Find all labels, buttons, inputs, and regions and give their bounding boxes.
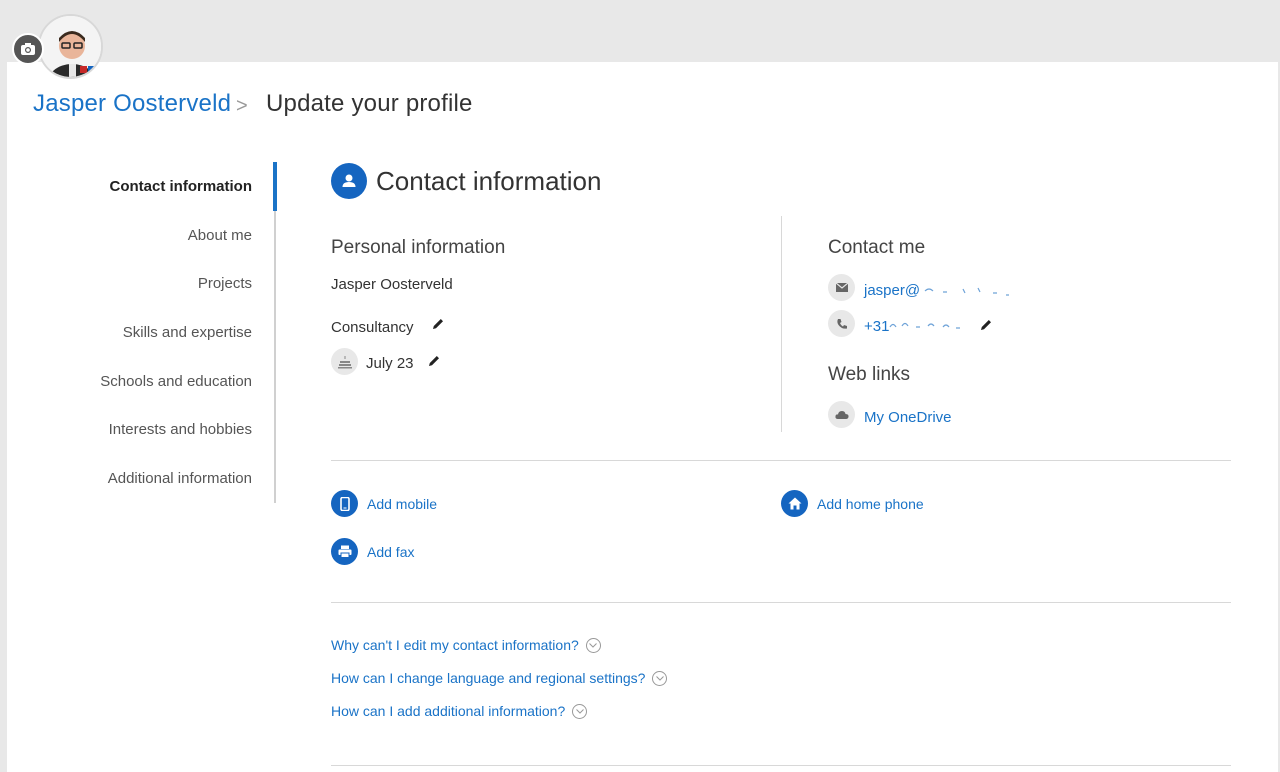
mobile-phone-icon[interactable] bbox=[331, 490, 358, 517]
edit-birthday-pencil-icon[interactable] bbox=[427, 354, 441, 368]
add-mobile-link[interactable]: Add mobile bbox=[367, 496, 437, 512]
divider-3 bbox=[331, 765, 1231, 766]
personal-birthday: July 23 bbox=[366, 355, 414, 372]
chevron-down-icon[interactable] bbox=[585, 637, 601, 653]
edit-department-pencil-icon[interactable] bbox=[431, 317, 445, 331]
faq-question: Why can't I edit my contact information? bbox=[331, 637, 579, 653]
contact-email-link[interactable]: jasper@ bbox=[864, 282, 920, 299]
camera-icon bbox=[21, 43, 35, 55]
faq-item-language[interactable]: How can I change language and regional s… bbox=[331, 670, 668, 686]
divider-2 bbox=[331, 602, 1231, 603]
profile-nav: Contact information About me Projects Sk… bbox=[52, 163, 252, 504]
faq-item-additional-info[interactable]: How can I add additional information? bbox=[331, 703, 588, 719]
birthday-cake-icon bbox=[331, 348, 358, 375]
fax-printer-icon[interactable] bbox=[331, 538, 358, 565]
nav-item-interests[interactable]: Interests and hobbies bbox=[52, 406, 252, 455]
nav-item-additional[interactable]: Additional information bbox=[52, 455, 252, 504]
personal-info-heading: Personal information bbox=[331, 237, 506, 258]
nav-item-schools[interactable]: Schools and education bbox=[52, 358, 252, 407]
add-fax-link[interactable]: Add fax bbox=[367, 544, 414, 560]
divider-1 bbox=[331, 460, 1231, 461]
contact-phone-link[interactable]: +31 bbox=[864, 318, 889, 335]
onedrive-link[interactable]: My OneDrive bbox=[864, 409, 952, 426]
faq-question: How can I change language and regional s… bbox=[331, 670, 646, 686]
add-home-phone-link[interactable]: Add home phone bbox=[817, 496, 924, 512]
redacted-email bbox=[924, 287, 1009, 296]
nav-active-indicator bbox=[273, 162, 277, 211]
edit-phone-pencil-icon[interactable] bbox=[979, 318, 993, 332]
faq-item-edit-contact[interactable]: Why can't I edit my contact information? bbox=[331, 637, 601, 653]
breadcrumb-separator: > bbox=[236, 95, 248, 117]
person-icon bbox=[331, 163, 367, 199]
nav-item-projects[interactable]: Projects bbox=[52, 260, 252, 309]
column-divider bbox=[781, 216, 782, 432]
nav-item-contact-information[interactable]: Contact information bbox=[52, 163, 253, 212]
redacted-phone bbox=[889, 322, 960, 329]
home-icon[interactable] bbox=[781, 490, 808, 517]
nav-item-about-me[interactable]: About me bbox=[52, 212, 252, 261]
personal-name: Jasper Oosterveld bbox=[331, 276, 453, 293]
profile-avatar[interactable] bbox=[38, 14, 103, 79]
nav-item-skills[interactable]: Skills and expertise bbox=[52, 309, 252, 358]
nav-divider bbox=[274, 163, 276, 503]
section-title: Contact information bbox=[376, 166, 602, 196]
phone-icon bbox=[828, 310, 855, 337]
change-photo-button[interactable] bbox=[12, 33, 44, 65]
mail-icon bbox=[828, 274, 855, 301]
breadcrumb-user-link[interactable]: Jasper Oosterveld bbox=[33, 90, 231, 118]
web-links-heading: Web links bbox=[828, 364, 911, 385]
chevron-down-icon[interactable] bbox=[572, 703, 588, 719]
page-title: Update your profile bbox=[266, 90, 473, 117]
personal-department: Consultancy bbox=[331, 319, 414, 336]
cloud-icon bbox=[828, 401, 855, 428]
faq-question: How can I add additional information? bbox=[331, 703, 566, 719]
chevron-down-icon[interactable] bbox=[652, 670, 668, 686]
contact-me-heading: Contact me bbox=[828, 237, 926, 258]
